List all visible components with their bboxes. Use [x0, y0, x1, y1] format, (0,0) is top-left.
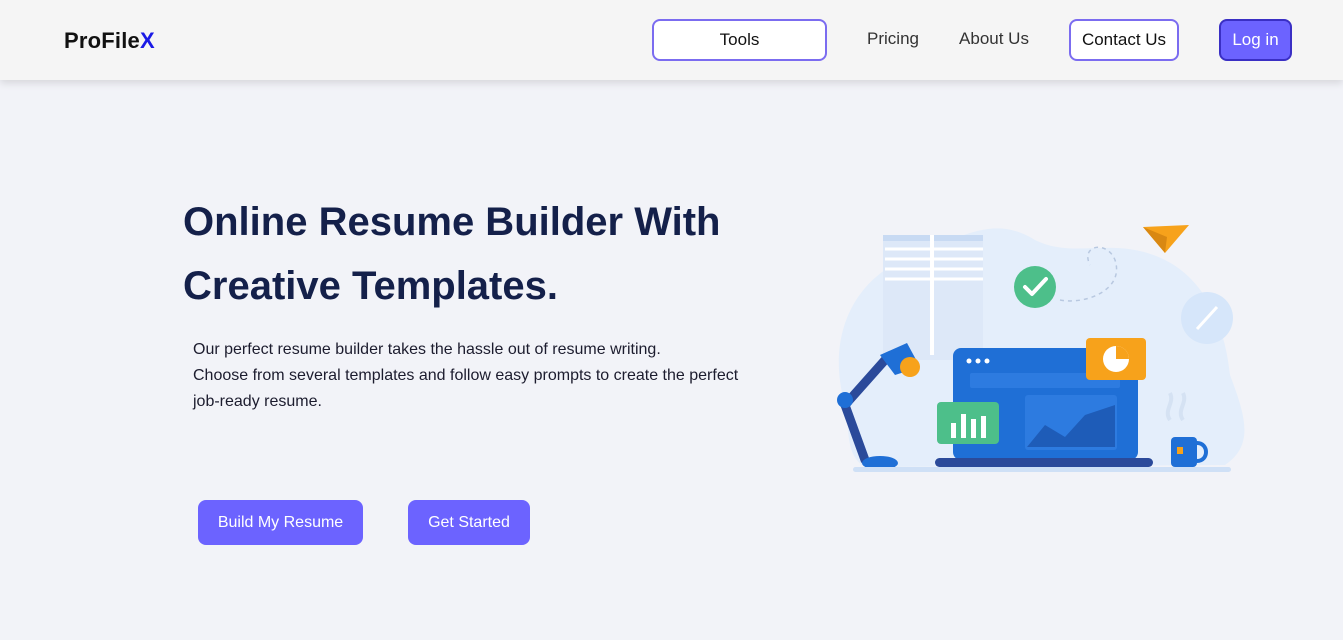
nav-tools-button[interactable]: Tools — [652, 19, 827, 61]
check-circle-icon — [1014, 266, 1056, 308]
pie-chart-card-icon — [1086, 338, 1146, 380]
bar-chart-card-icon — [937, 402, 999, 444]
hero-title: Online Resume Builder With Creative Temp… — [183, 190, 783, 318]
hero-desc-line-2: Choose from several templates and follow… — [193, 367, 739, 384]
document-icon — [883, 235, 983, 360]
compass-icon — [1181, 292, 1233, 344]
brand-name: ProFile — [64, 28, 140, 53]
nav-pricing-link[interactable]: Pricing — [860, 19, 926, 59]
build-my-resume-button[interactable]: Build My Resume — [198, 500, 363, 545]
ground-line — [853, 467, 1231, 472]
nav-about-link[interactable]: About Us — [952, 19, 1036, 59]
hero-title-line-1: Online Resume Builder With — [183, 200, 721, 244]
brand-accent: X — [139, 28, 155, 53]
hero-desc-line-3: job-ready resume. — [193, 393, 322, 410]
top-navbar: ProFileX Tools Pricing About Us Contact … — [0, 0, 1343, 80]
hero-description: Our perfect resume builder takes the has… — [193, 337, 773, 415]
get-started-button[interactable]: Get Started — [408, 500, 530, 545]
nav-contact-button[interactable]: Contact Us — [1069, 19, 1179, 61]
hero-title-line-2: Creative Templates. — [183, 264, 558, 308]
login-button[interactable]: Log in — [1219, 19, 1292, 61]
brand-logo[interactable]: ProFileX — [64, 28, 155, 54]
paper-plane-icon — [1143, 225, 1189, 253]
workspace-illustration — [825, 215, 1255, 480]
hero-desc-line-1: Our perfect resume builder takes the has… — [193, 341, 661, 358]
